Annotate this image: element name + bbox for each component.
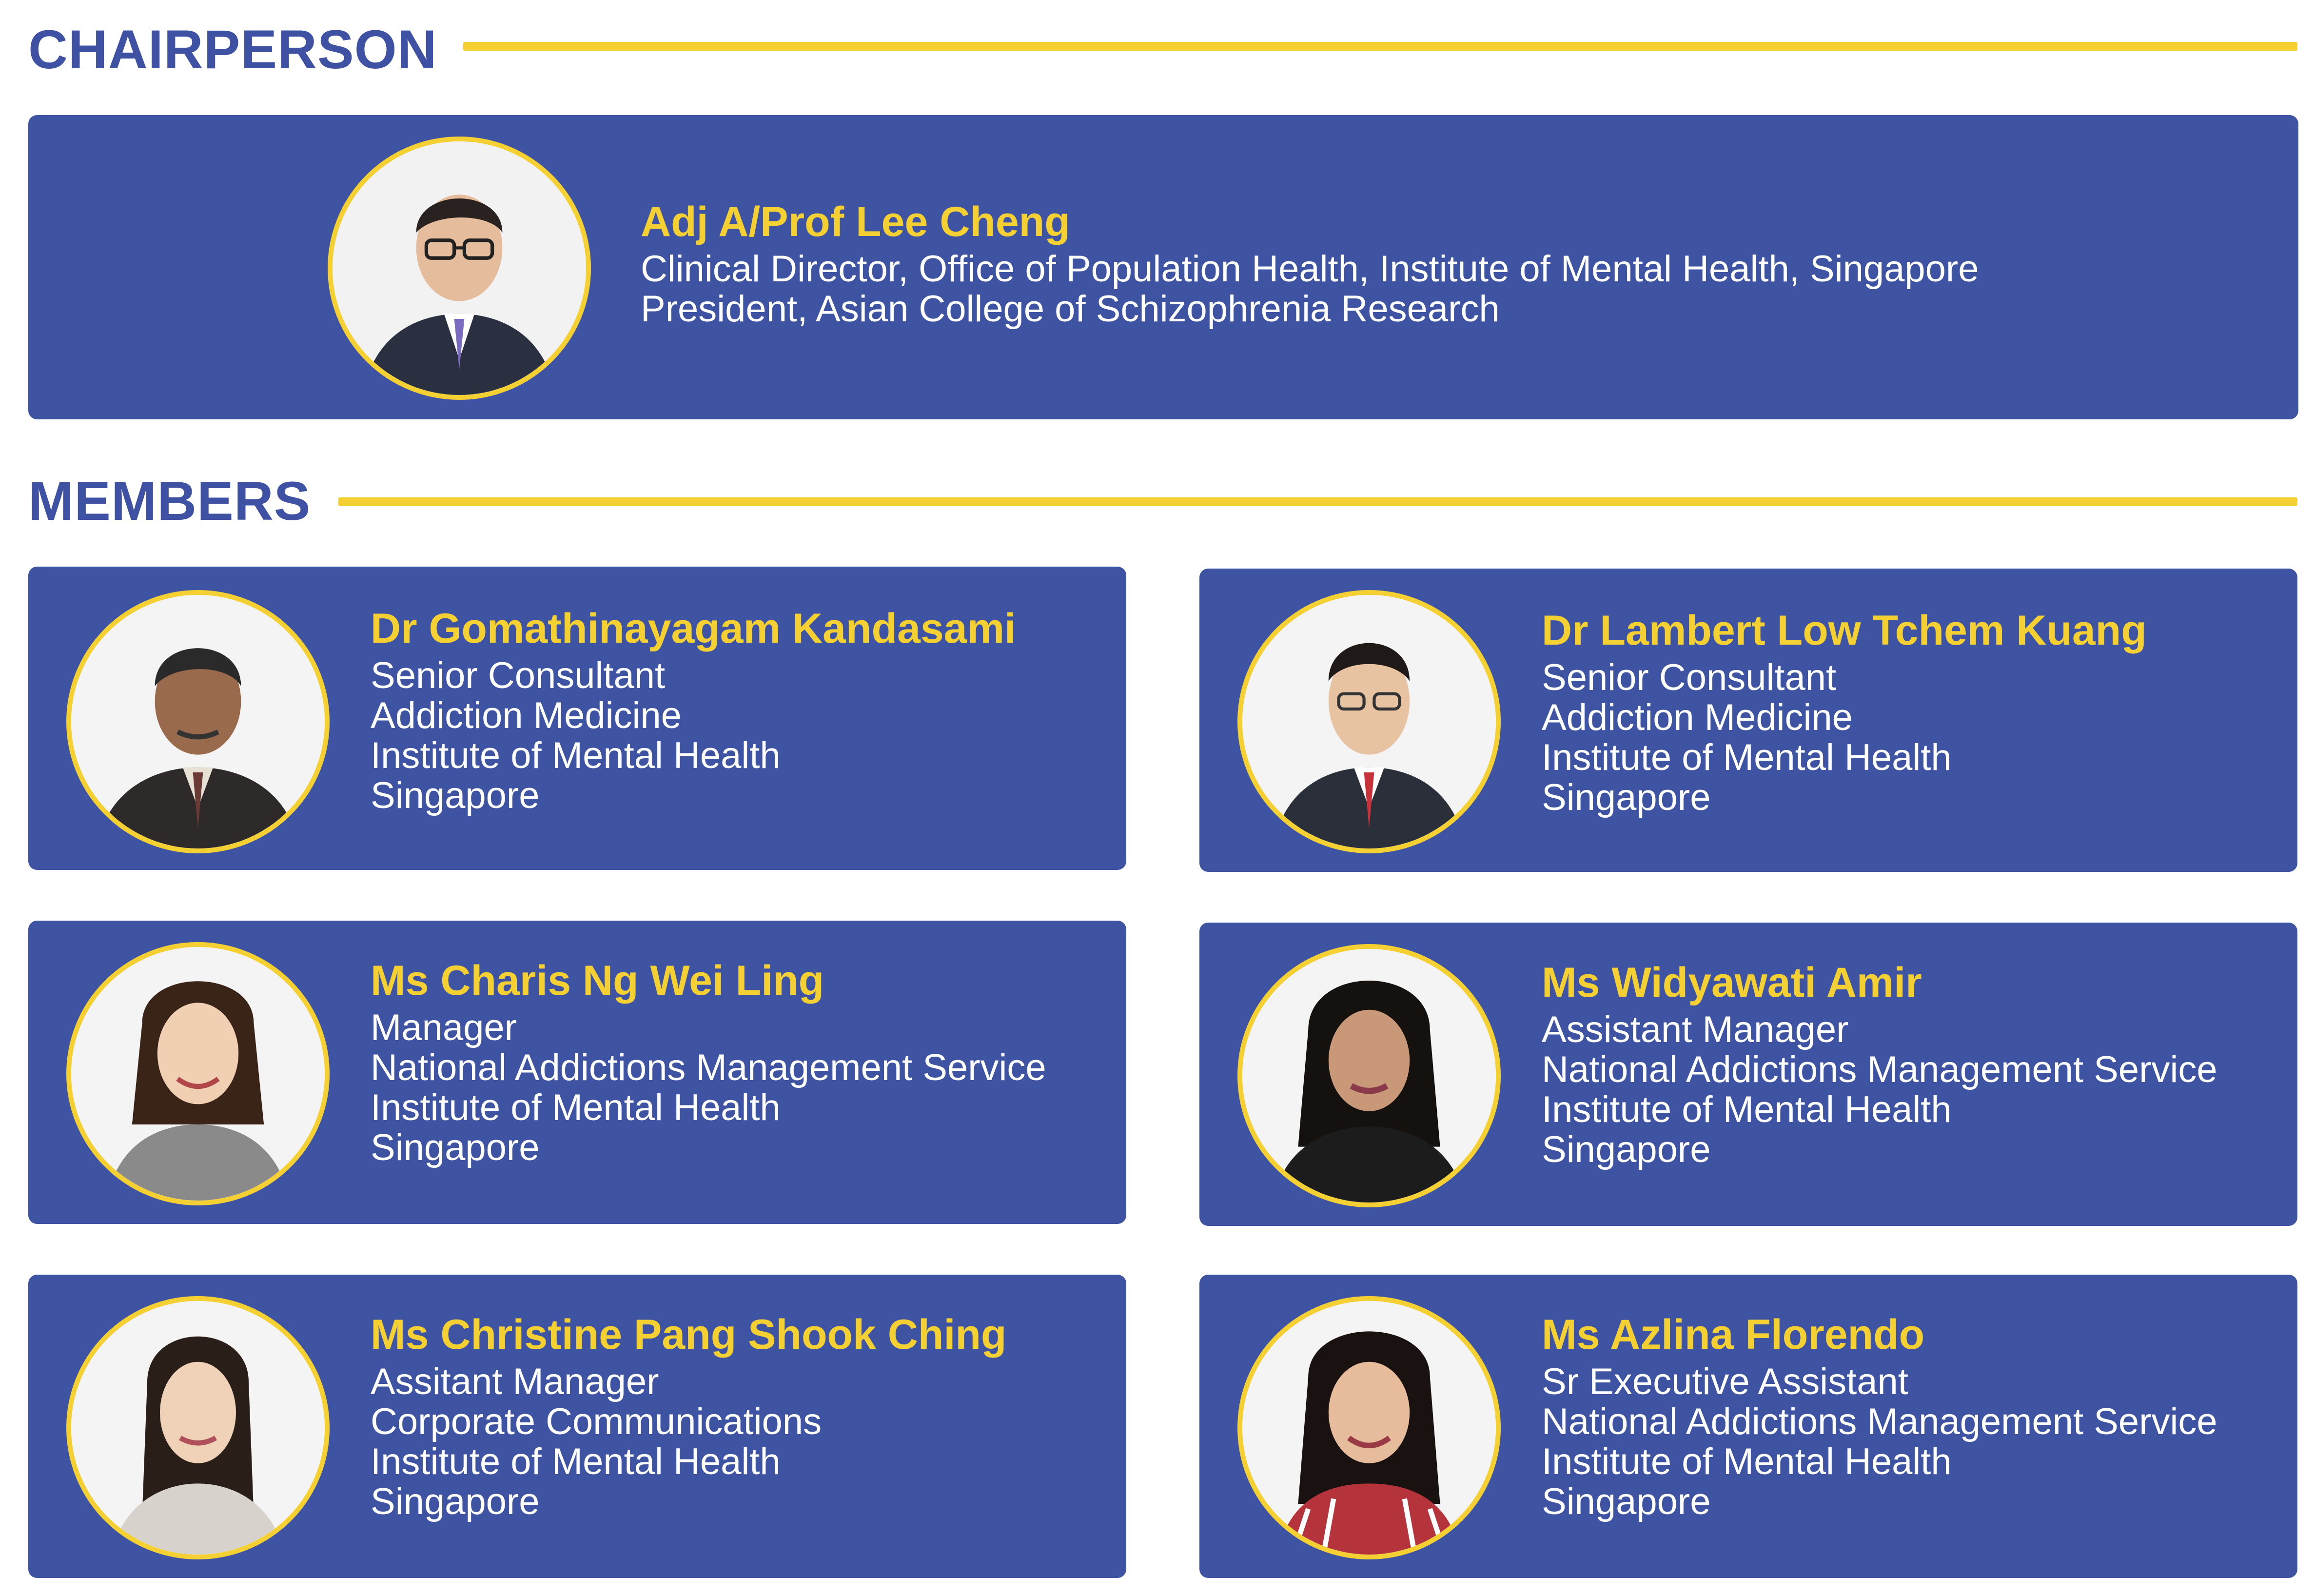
member-card: Dr Lambert Low Tchem Kuang Senior Consul…: [1199, 569, 2297, 872]
member-line: Singapore: [1542, 1480, 1711, 1522]
member-card: Ms Christine Pang Shook Ching Assitant M…: [28, 1275, 1126, 1578]
member-card: Ms Widyawati Amir Assistant Manager Nati…: [1199, 923, 2297, 1226]
person-photo-icon: [71, 1301, 325, 1555]
person-photo-icon: [71, 947, 325, 1201]
member-photo: [66, 590, 330, 853]
chairperson-title: CHAIRPERSON: [28, 19, 437, 80]
member-line: Singapore: [371, 1126, 540, 1168]
member-line: Assistant Manager: [1542, 1008, 1849, 1050]
member-name: Ms Widyawati Amir: [1542, 959, 1922, 1006]
member-line: Assitant Manager: [371, 1360, 659, 1402]
member-name: Ms Azlina Florendo: [1542, 1311, 1925, 1358]
member-line: National Addictions Management Service: [1542, 1048, 2217, 1090]
chair-line: President, Asian College of Schizophreni…: [641, 288, 1500, 330]
member-line: Sr Executive Assistant: [1542, 1360, 1908, 1402]
member-info: Ms Azlina Florendo Sr Executive Assistan…: [1542, 1311, 2217, 1522]
member-line: Senior Consultant: [1542, 656, 1837, 698]
chair-info: Adj A/Prof Lee Cheng Clinical Director, …: [641, 198, 1979, 329]
person-photo-icon: [71, 595, 325, 848]
member-info: Ms Widyawati Amir Assistant Manager Nati…: [1542, 959, 2217, 1170]
member-photo: [1237, 944, 1501, 1207]
member-name: Ms Charis Ng Wei Ling: [371, 957, 824, 1004]
chair-card: Adj A/Prof Lee Cheng Clinical Director, …: [28, 115, 2298, 419]
member-line: Institute of Mental Health: [1542, 1440, 1952, 1482]
person-photo-icon: [1242, 595, 1496, 848]
member-photo: [66, 1296, 330, 1559]
person-photo-icon: [1242, 1301, 1496, 1555]
member-info: Ms Charis Ng Wei Ling Manager National A…: [371, 957, 1046, 1168]
person-photo-icon: [1242, 949, 1496, 1202]
members-divider: [338, 497, 2297, 506]
member-info: Dr Gomathinayagam Kandasami Senior Consu…: [371, 605, 1016, 816]
member-info: Dr Lambert Low Tchem Kuang Senior Consul…: [1542, 607, 2147, 818]
member-photo: [1237, 590, 1501, 853]
member-name: Ms Christine Pang Shook Ching: [371, 1311, 1007, 1358]
members-heading: MEMBERS: [28, 474, 311, 529]
members-title: MEMBERS: [28, 471, 311, 532]
member-photo: [66, 942, 330, 1205]
member-line: Singapore: [371, 1480, 540, 1522]
chair-line: Clinical Director, Office of Population …: [641, 248, 1979, 290]
member-line: Singapore: [1542, 1128, 1711, 1170]
member-line: Manager: [371, 1006, 517, 1048]
member-line: Addiction Medicine: [371, 694, 682, 736]
person-photo-icon: [333, 141, 586, 395]
member-line: Institute of Mental Health: [1542, 736, 1952, 778]
chair-photo: [328, 137, 591, 400]
member-line: Institute of Mental Health: [371, 1440, 781, 1482]
member-name: Dr Gomathinayagam Kandasami: [371, 605, 1016, 652]
member-line: Singapore: [371, 774, 540, 816]
member-line: National Addictions Management Service: [1542, 1400, 2217, 1442]
member-line: Institute of Mental Health: [371, 1086, 781, 1128]
member-card: Dr Gomathinayagam Kandasami Senior Consu…: [28, 567, 1126, 870]
chair-name: Adj A/Prof Lee Cheng: [641, 198, 1070, 245]
member-info: Ms Christine Pang Shook Ching Assitant M…: [371, 1311, 1006, 1522]
member-line: Corporate Communications: [371, 1400, 822, 1442]
member-line: Singapore: [1542, 776, 1711, 818]
member-name: Dr Lambert Low Tchem Kuang: [1542, 607, 2147, 654]
chairperson-divider: [463, 42, 2297, 51]
member-card: Ms Azlina Florendo Sr Executive Assistan…: [1199, 1275, 2297, 1578]
member-line: National Addictions Management Service: [371, 1046, 1046, 1088]
member-line: Institute of Mental Health: [1542, 1088, 1952, 1130]
member-card: Ms Charis Ng Wei Ling Manager National A…: [28, 921, 1126, 1224]
member-line: Institute of Mental Health: [371, 734, 781, 776]
chairperson-heading: CHAIRPERSON: [28, 22, 437, 77]
member-line: Addiction Medicine: [1542, 696, 1853, 738]
member-line: Senior Consultant: [371, 654, 666, 696]
member-photo: [1237, 1296, 1501, 1559]
